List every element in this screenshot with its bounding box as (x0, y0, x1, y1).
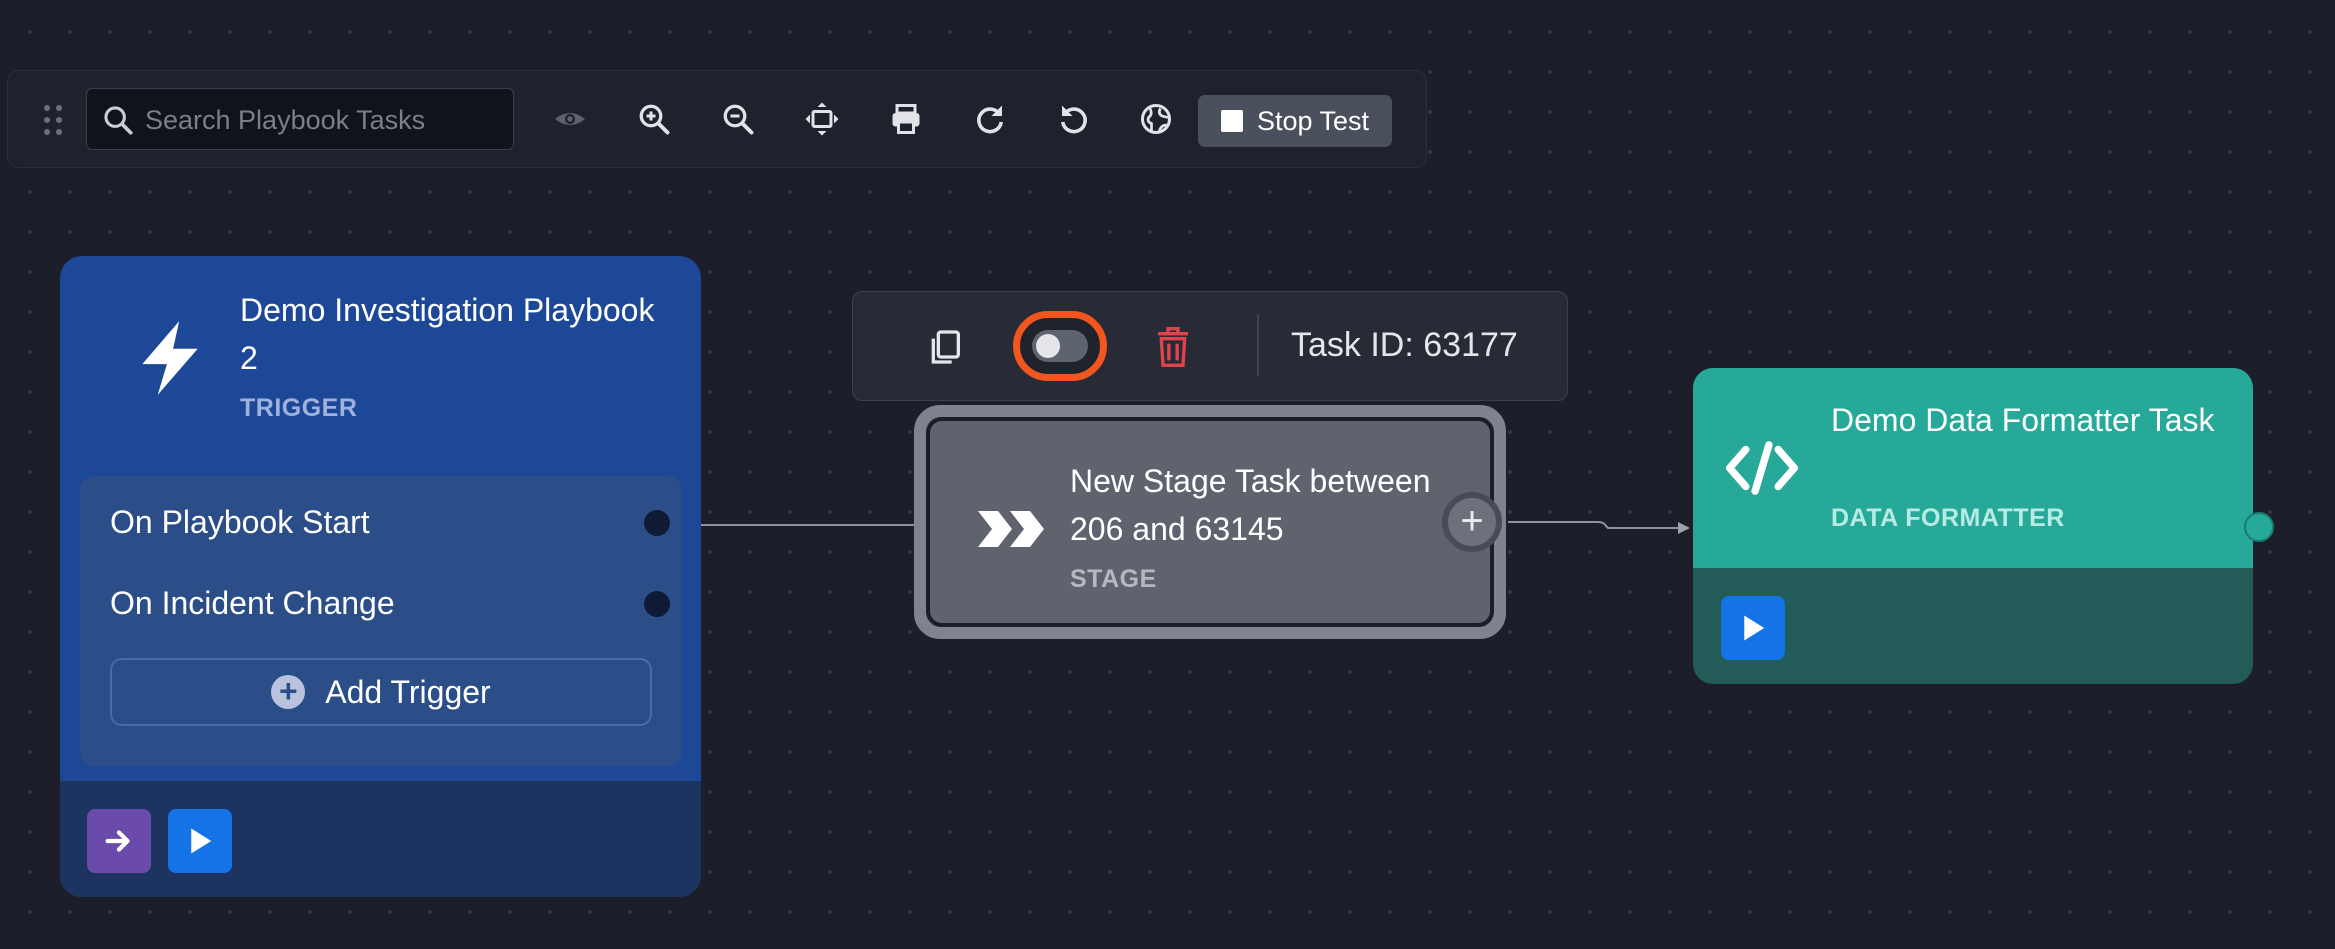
arrow-right-icon (105, 830, 130, 852)
run-trigger-button[interactable] (168, 809, 232, 873)
stop-test-label: Stop Test (1256, 105, 1370, 136)
zoom-in-icon (639, 104, 670, 135)
globe-icon (1141, 104, 1171, 134)
formatter-node-title: Demo Data Formatter Task (1831, 402, 2215, 438)
lightning-bolt-icon (142, 321, 198, 395)
delete-button[interactable] (1153, 324, 1193, 370)
trigger-output-port[interactable] (642, 508, 672, 538)
code-icon (1725, 441, 1799, 495)
undo-button[interactable] (1052, 97, 1096, 141)
toggle-track (1032, 330, 1088, 362)
trigger-output-port[interactable] (642, 589, 672, 619)
fit-view-icon (805, 102, 839, 136)
undo-icon (1060, 105, 1087, 134)
plus-icon: + (1460, 499, 1484, 543)
run-formatter-button[interactable] (1721, 596, 1785, 660)
trigger-item[interactable]: On Incident Change (110, 579, 672, 627)
search-box (86, 88, 514, 151)
redo-icon (977, 105, 1004, 134)
stage-node-title: New Stage Task between 206 and 63145 (1070, 463, 1431, 547)
formatter-output-port[interactable] (2244, 512, 2274, 542)
redo-button[interactable] (968, 97, 1012, 141)
print-icon (892, 104, 920, 134)
copy-button[interactable] (925, 326, 965, 368)
play-icon (191, 828, 212, 854)
stage-node-type: STAGE (1070, 565, 1157, 593)
trigger-item-label: On Incident Change (110, 585, 395, 621)
stop-test-button[interactable]: Stop Test (1198, 95, 1392, 147)
task-action-toolbar: Task ID: 63177 (852, 291, 1568, 401)
drag-handle-icon[interactable] (44, 105, 68, 135)
play-icon (1744, 615, 1765, 641)
add-trigger-button[interactable]: + Add Trigger (110, 658, 652, 726)
edge-stage-to-formatter (1508, 521, 1690, 534)
search-icon (104, 106, 133, 135)
data-formatter-node[interactable]: Demo Data Formatter Task DATA FORMATTER (1693, 368, 2253, 684)
zoom-in-button[interactable] (632, 97, 676, 141)
trigger-node-footer (60, 781, 701, 897)
trigger-node-title: Demo Investigation Playbook 2 (240, 292, 655, 376)
task-id-label: Task ID: 63177 (1291, 326, 1518, 364)
trash-icon (1158, 327, 1188, 367)
stage-chevrons-icon (978, 511, 1044, 547)
trigger-item-label: On Playbook Start (110, 504, 370, 540)
zoom-out-button[interactable] (716, 97, 760, 141)
plus-circle-icon: + (271, 675, 306, 709)
enable-toggle-switch[interactable] (1013, 311, 1107, 381)
toolbar-divider (1257, 314, 1259, 376)
go-to-button[interactable] (87, 809, 151, 873)
zoom-out-icon (723, 104, 754, 135)
trigger-node[interactable]: Demo Investigation Playbook 2 TRIGGER On… (60, 256, 701, 897)
trigger-item[interactable]: On Playbook Start (110, 498, 672, 546)
stage-task-node[interactable]: New Stage Task between 206 and 63145 STA… (914, 405, 1506, 639)
print-button[interactable] (884, 97, 928, 141)
canvas-toolbar: Stop Test (7, 70, 1427, 168)
toggle-visibility-button[interactable] (548, 97, 592, 141)
formatter-node-type: DATA FORMATTER (1831, 504, 2065, 532)
eye-icon (555, 113, 585, 125)
search-input[interactable] (143, 89, 507, 151)
fit-view-button[interactable] (800, 97, 844, 141)
globe-button[interactable] (1134, 97, 1178, 141)
trigger-list: On Playbook Start On Incident Change + A… (80, 476, 682, 766)
copy-icon (931, 330, 960, 364)
add-trigger-label: Add Trigger (325, 673, 491, 710)
add-next-task-button[interactable]: + (1442, 492, 1502, 552)
formatter-node-header: Demo Data Formatter Task DATA FORMATTER (1693, 368, 2253, 568)
toggle-knob (1036, 334, 1060, 358)
stop-icon (1220, 110, 1243, 132)
trigger-node-type: TRIGGER (240, 394, 358, 422)
